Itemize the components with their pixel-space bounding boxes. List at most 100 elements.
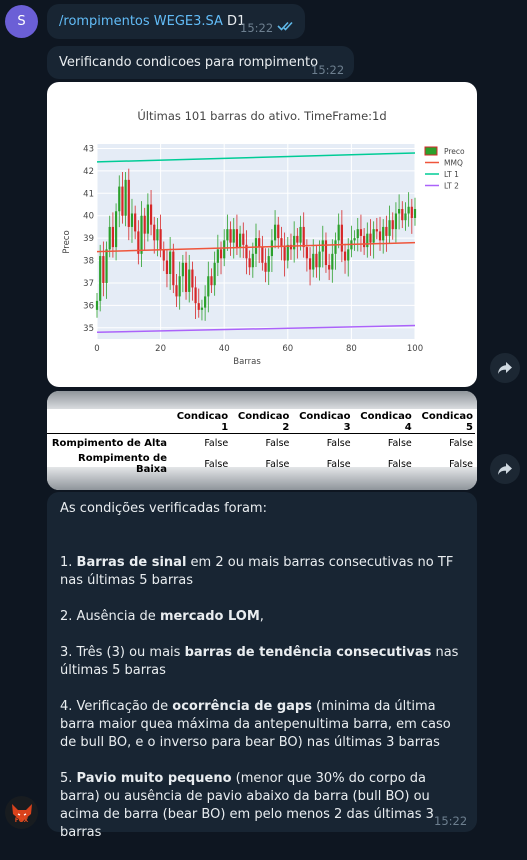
candle-body bbox=[197, 303, 200, 310]
candle-body bbox=[254, 238, 258, 254]
table-cell: False bbox=[449, 438, 473, 449]
candle-body bbox=[363, 235, 366, 248]
candle-body bbox=[308, 258, 312, 270]
share-button[interactable] bbox=[490, 353, 520, 383]
legend-label: LT 1 bbox=[444, 170, 459, 179]
share-icon bbox=[498, 463, 512, 475]
candle-body bbox=[146, 204, 149, 234]
condition-bold: Barras de sinal bbox=[76, 555, 187, 570]
candle-body bbox=[159, 229, 162, 250]
table-cell: False bbox=[265, 458, 290, 470]
candle-body bbox=[143, 215, 146, 234]
table-cell: False bbox=[265, 438, 290, 449]
user-avatar[interactable]: S bbox=[5, 5, 38, 38]
condition-item: 4. Verificação de ocorrência de gaps (mi… bbox=[60, 698, 465, 752]
table-image[interactable]: Condicao 1 Condicao 2 Condicao 3 Condicao 4… bbox=[47, 391, 477, 490]
candle-body bbox=[165, 260, 169, 274]
condition-number: 4. bbox=[60, 699, 77, 714]
candle-body bbox=[184, 262, 188, 292]
candle-body bbox=[95, 300, 99, 310]
candle-body bbox=[200, 307, 204, 310]
candle-body bbox=[204, 296, 207, 308]
user-avatar-letter: S bbox=[17, 14, 26, 29]
conditions-table: Condicao 1 Condicao 2 Condicao 3 Condicao 4… bbox=[47, 411, 475, 475]
candle-body bbox=[124, 179, 127, 216]
candle-body bbox=[334, 240, 337, 254]
condition-number: 2. bbox=[60, 609, 77, 624]
candle-body bbox=[296, 235, 299, 243]
candle-body bbox=[207, 276, 210, 297]
candle-body bbox=[162, 249, 165, 261]
y-tick-label: 42 bbox=[83, 167, 94, 177]
candle-body bbox=[277, 224, 280, 239]
x-tick-label: 100 bbox=[407, 344, 423, 354]
condition-item: 5. Pavio muito pequeno (menor que 30% do… bbox=[60, 770, 465, 842]
candle-body bbox=[359, 229, 363, 236]
candle-body bbox=[270, 240, 274, 257]
table-header-cell: Condicao 3 bbox=[299, 411, 351, 433]
candle-body bbox=[127, 179, 130, 227]
candle-body bbox=[401, 209, 404, 221]
condition-bold: Pavio muito pequeno bbox=[76, 771, 232, 786]
candlestick-chart: Últimas 101 barras do ativo. TimeFrame:1… bbox=[62, 108, 465, 367]
table-header-cell: Condicao 5 bbox=[421, 411, 473, 433]
candle-body bbox=[102, 256, 105, 283]
condition-item: 2. Ausência de mercado LOM, bbox=[60, 608, 465, 626]
candle-body bbox=[111, 226, 115, 248]
y-tick-label: 38 bbox=[83, 257, 94, 267]
candle-body bbox=[235, 229, 239, 248]
candle-body bbox=[238, 233, 242, 248]
candle-body bbox=[172, 251, 175, 286]
candle-body bbox=[149, 204, 153, 225]
table-row: Rompimento de Baixa False False False False F… bbox=[47, 453, 475, 475]
condition-item: 3. Três (3) ou mais barras de tendência … bbox=[60, 644, 465, 680]
candle-body bbox=[347, 249, 350, 261]
table-cell: False bbox=[326, 438, 351, 449]
table-cell: False bbox=[387, 458, 412, 470]
candle-body bbox=[353, 238, 356, 241]
legend-label: MMQ bbox=[444, 159, 463, 168]
x-axis-label: Barras bbox=[233, 357, 261, 367]
candle-body bbox=[337, 224, 340, 241]
table-header-cell: Condicao 2 bbox=[237, 411, 290, 433]
status-text: Verificando condicoes para rompimento bbox=[59, 55, 319, 70]
condition-number: 5. bbox=[60, 771, 77, 786]
candle-body bbox=[229, 229, 232, 243]
candle-body bbox=[407, 206, 410, 214]
condition-bold: barras de tendência consecutivas bbox=[184, 645, 432, 660]
candle-body bbox=[99, 256, 102, 301]
table-cell: False bbox=[204, 458, 229, 470]
chart-image[interactable]: Últimas 101 barras do ativo. TimeFrame:1… bbox=[47, 82, 477, 387]
chart-title: Últimas 101 barras do ativo. TimeFrame:1… bbox=[137, 108, 386, 123]
legend-label: Preco bbox=[444, 147, 465, 156]
candle-body bbox=[223, 240, 226, 259]
table-row-label: Rompimento de Baixa bbox=[78, 453, 167, 475]
conditions-message: As condições verificadas foram: 1. Barra… bbox=[47, 492, 477, 840]
share-icon bbox=[498, 362, 512, 374]
table-header-cell bbox=[47, 411, 169, 434]
candle-body bbox=[108, 226, 111, 250]
candle-body bbox=[261, 247, 264, 263]
candle-body bbox=[226, 229, 229, 241]
table-cell: False bbox=[204, 438, 229, 449]
message-time: 15:22 bbox=[240, 21, 274, 35]
bot-avatar[interactable]: FOX bbox=[5, 796, 38, 829]
message-time: 15:22 bbox=[434, 814, 468, 828]
candle-body bbox=[305, 247, 308, 259]
candle-body bbox=[118, 186, 121, 212]
candle-body bbox=[216, 249, 219, 263]
command-link[interactable]: /rompimentos WEGE3.SA bbox=[59, 14, 223, 29]
candle-body bbox=[356, 229, 359, 239]
candle-body bbox=[302, 226, 305, 248]
candle-body bbox=[258, 238, 261, 248]
share-button[interactable] bbox=[490, 454, 520, 484]
candle-body bbox=[156, 229, 159, 241]
candle-body bbox=[372, 229, 375, 243]
condition-bold: ocorrência de gaps bbox=[172, 699, 312, 714]
candle-body bbox=[391, 220, 394, 230]
candle-body bbox=[331, 253, 334, 270]
candle-body bbox=[153, 224, 156, 241]
y-tick-label: 40 bbox=[83, 212, 94, 222]
table-header-cell: Condicao 1 bbox=[176, 411, 229, 433]
candle-body bbox=[232, 229, 235, 243]
